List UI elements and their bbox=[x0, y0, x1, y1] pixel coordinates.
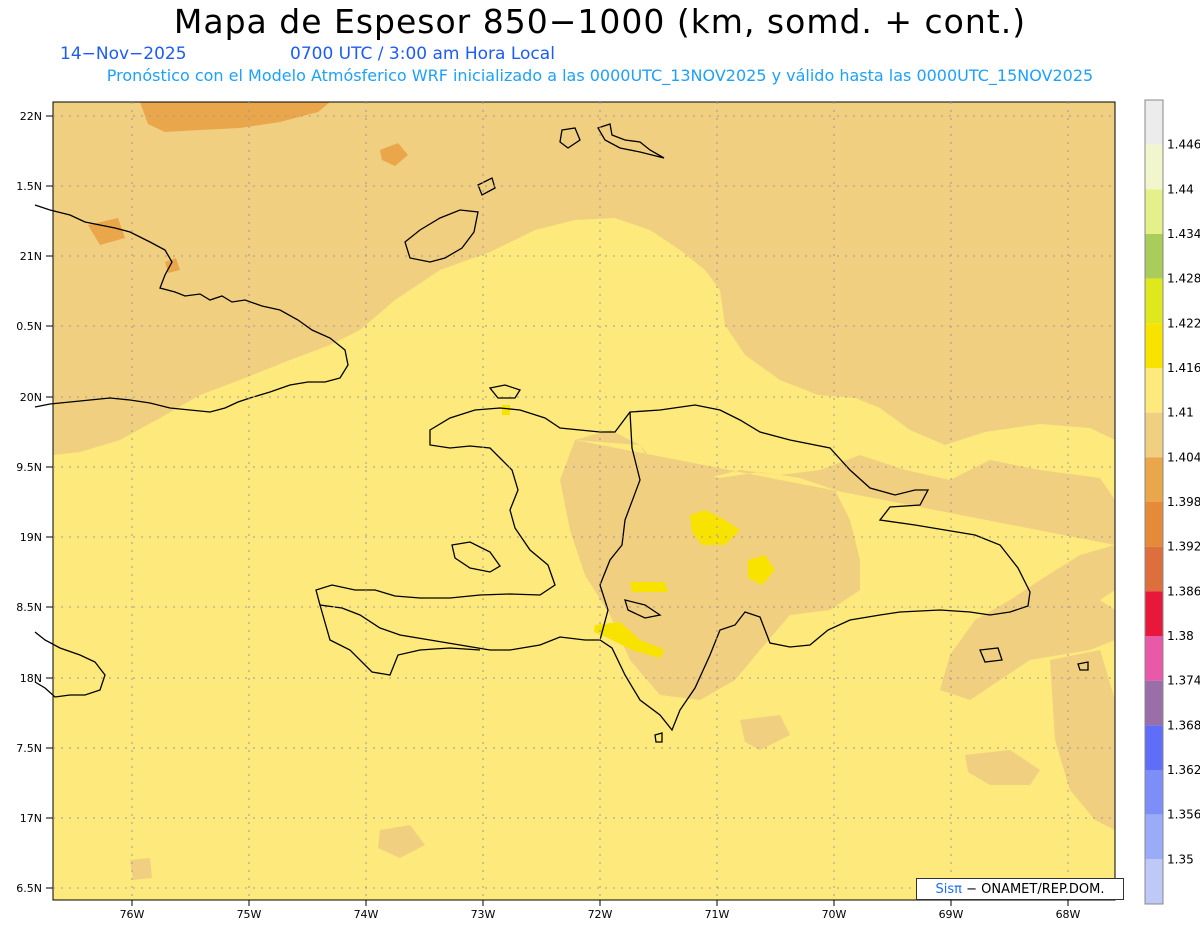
lon-label: 72W bbox=[588, 908, 613, 921]
colorbar-swatch bbox=[1145, 770, 1163, 815]
lat-label: 19N bbox=[20, 531, 42, 544]
colorbar-swatch bbox=[1145, 189, 1163, 234]
colorbar-label: 1.35 bbox=[1167, 852, 1194, 866]
colorbar-label: 1.428 bbox=[1167, 272, 1200, 286]
lon-label: 70W bbox=[822, 908, 847, 921]
colorbar-label: 1.356 bbox=[1167, 808, 1200, 822]
colorbar-swatch bbox=[1145, 591, 1163, 636]
colorbar-swatch bbox=[1145, 636, 1163, 681]
colorbar-label: 1.362 bbox=[1167, 763, 1200, 777]
colorbar-label: 1.374 bbox=[1167, 674, 1200, 688]
colorbar-swatch bbox=[1145, 144, 1163, 190]
colorbar-swatch bbox=[1145, 680, 1163, 726]
credit-pi: π bbox=[954, 881, 962, 897]
colorbar: 1.446 1.44 1.434 1.428 1.422 1.416 1.41 1.404 1.… bbox=[1144, 99, 1200, 905]
colorbar-swatch bbox=[1145, 457, 1163, 502]
colorbar-label: 1.434 bbox=[1167, 227, 1200, 241]
colorbar-swatch bbox=[1145, 234, 1163, 279]
lon-label: 68W bbox=[1056, 908, 1081, 921]
credit-sis: Sis bbox=[935, 881, 955, 897]
lat-label: 22N bbox=[20, 110, 42, 123]
colorbar-swatch bbox=[1145, 368, 1163, 413]
lon-label: 69W bbox=[939, 908, 964, 921]
colorbar-swatch bbox=[1145, 546, 1163, 592]
colorbar-swatch bbox=[1145, 412, 1163, 458]
colorbar-label: 1.446 bbox=[1167, 138, 1200, 152]
colorbar-label: 1.41 bbox=[1167, 406, 1194, 420]
colorbar-label: 1.392 bbox=[1167, 540, 1200, 554]
colorbar-label: 1.44 bbox=[1167, 182, 1194, 196]
colorbar-label: 1.422 bbox=[1167, 316, 1200, 330]
colorbar-label: 1.38 bbox=[1167, 629, 1194, 643]
lon-label: 74W bbox=[354, 908, 379, 921]
colorbar-swatch bbox=[1145, 814, 1163, 860]
colorbar-swatch bbox=[1145, 323, 1163, 368]
lon-label: 76W bbox=[120, 908, 145, 921]
lat-label: 6.5N bbox=[16, 882, 42, 895]
lat-label: 1.5N bbox=[16, 180, 42, 193]
thickness-map: 22N 1.5N 21N 0.5N 20N 9.5N 19N 8.5N 18N … bbox=[16, 99, 1200, 921]
colorbar-swatch bbox=[1145, 100, 1163, 145]
colorbar-label: 1.398 bbox=[1167, 495, 1200, 509]
lat-label: 7.5N bbox=[16, 742, 42, 755]
colorbar-label: 1.368 bbox=[1167, 718, 1200, 732]
credit-box: Sis π − ONAMET/REP.DOM. bbox=[916, 878, 1124, 900]
colorbar-swatch bbox=[1145, 278, 1163, 324]
lat-label: 8.5N bbox=[16, 601, 42, 614]
colorbar-label: 1.386 bbox=[1167, 584, 1200, 598]
lat-label: 9.5N bbox=[16, 461, 42, 474]
colorbar-label: 1.416 bbox=[1167, 361, 1200, 375]
colorbar-swatch bbox=[1145, 859, 1163, 904]
lon-label: 71W bbox=[705, 908, 730, 921]
colorbar-label: 1.404 bbox=[1167, 450, 1200, 464]
colorbar-swatch bbox=[1145, 725, 1163, 770]
lat-label: 18N bbox=[20, 672, 42, 685]
lat-label: 20N bbox=[20, 391, 42, 404]
lat-label: 21N bbox=[20, 250, 42, 263]
credit-org: − ONAMET/REP.DOM. bbox=[966, 881, 1105, 897]
lon-label: 75W bbox=[237, 908, 262, 921]
lat-label: 17N bbox=[20, 812, 42, 825]
colorbar-swatch bbox=[1145, 502, 1163, 547]
lat-label: 0.5N bbox=[16, 320, 42, 333]
lon-label: 73W bbox=[471, 908, 496, 921]
